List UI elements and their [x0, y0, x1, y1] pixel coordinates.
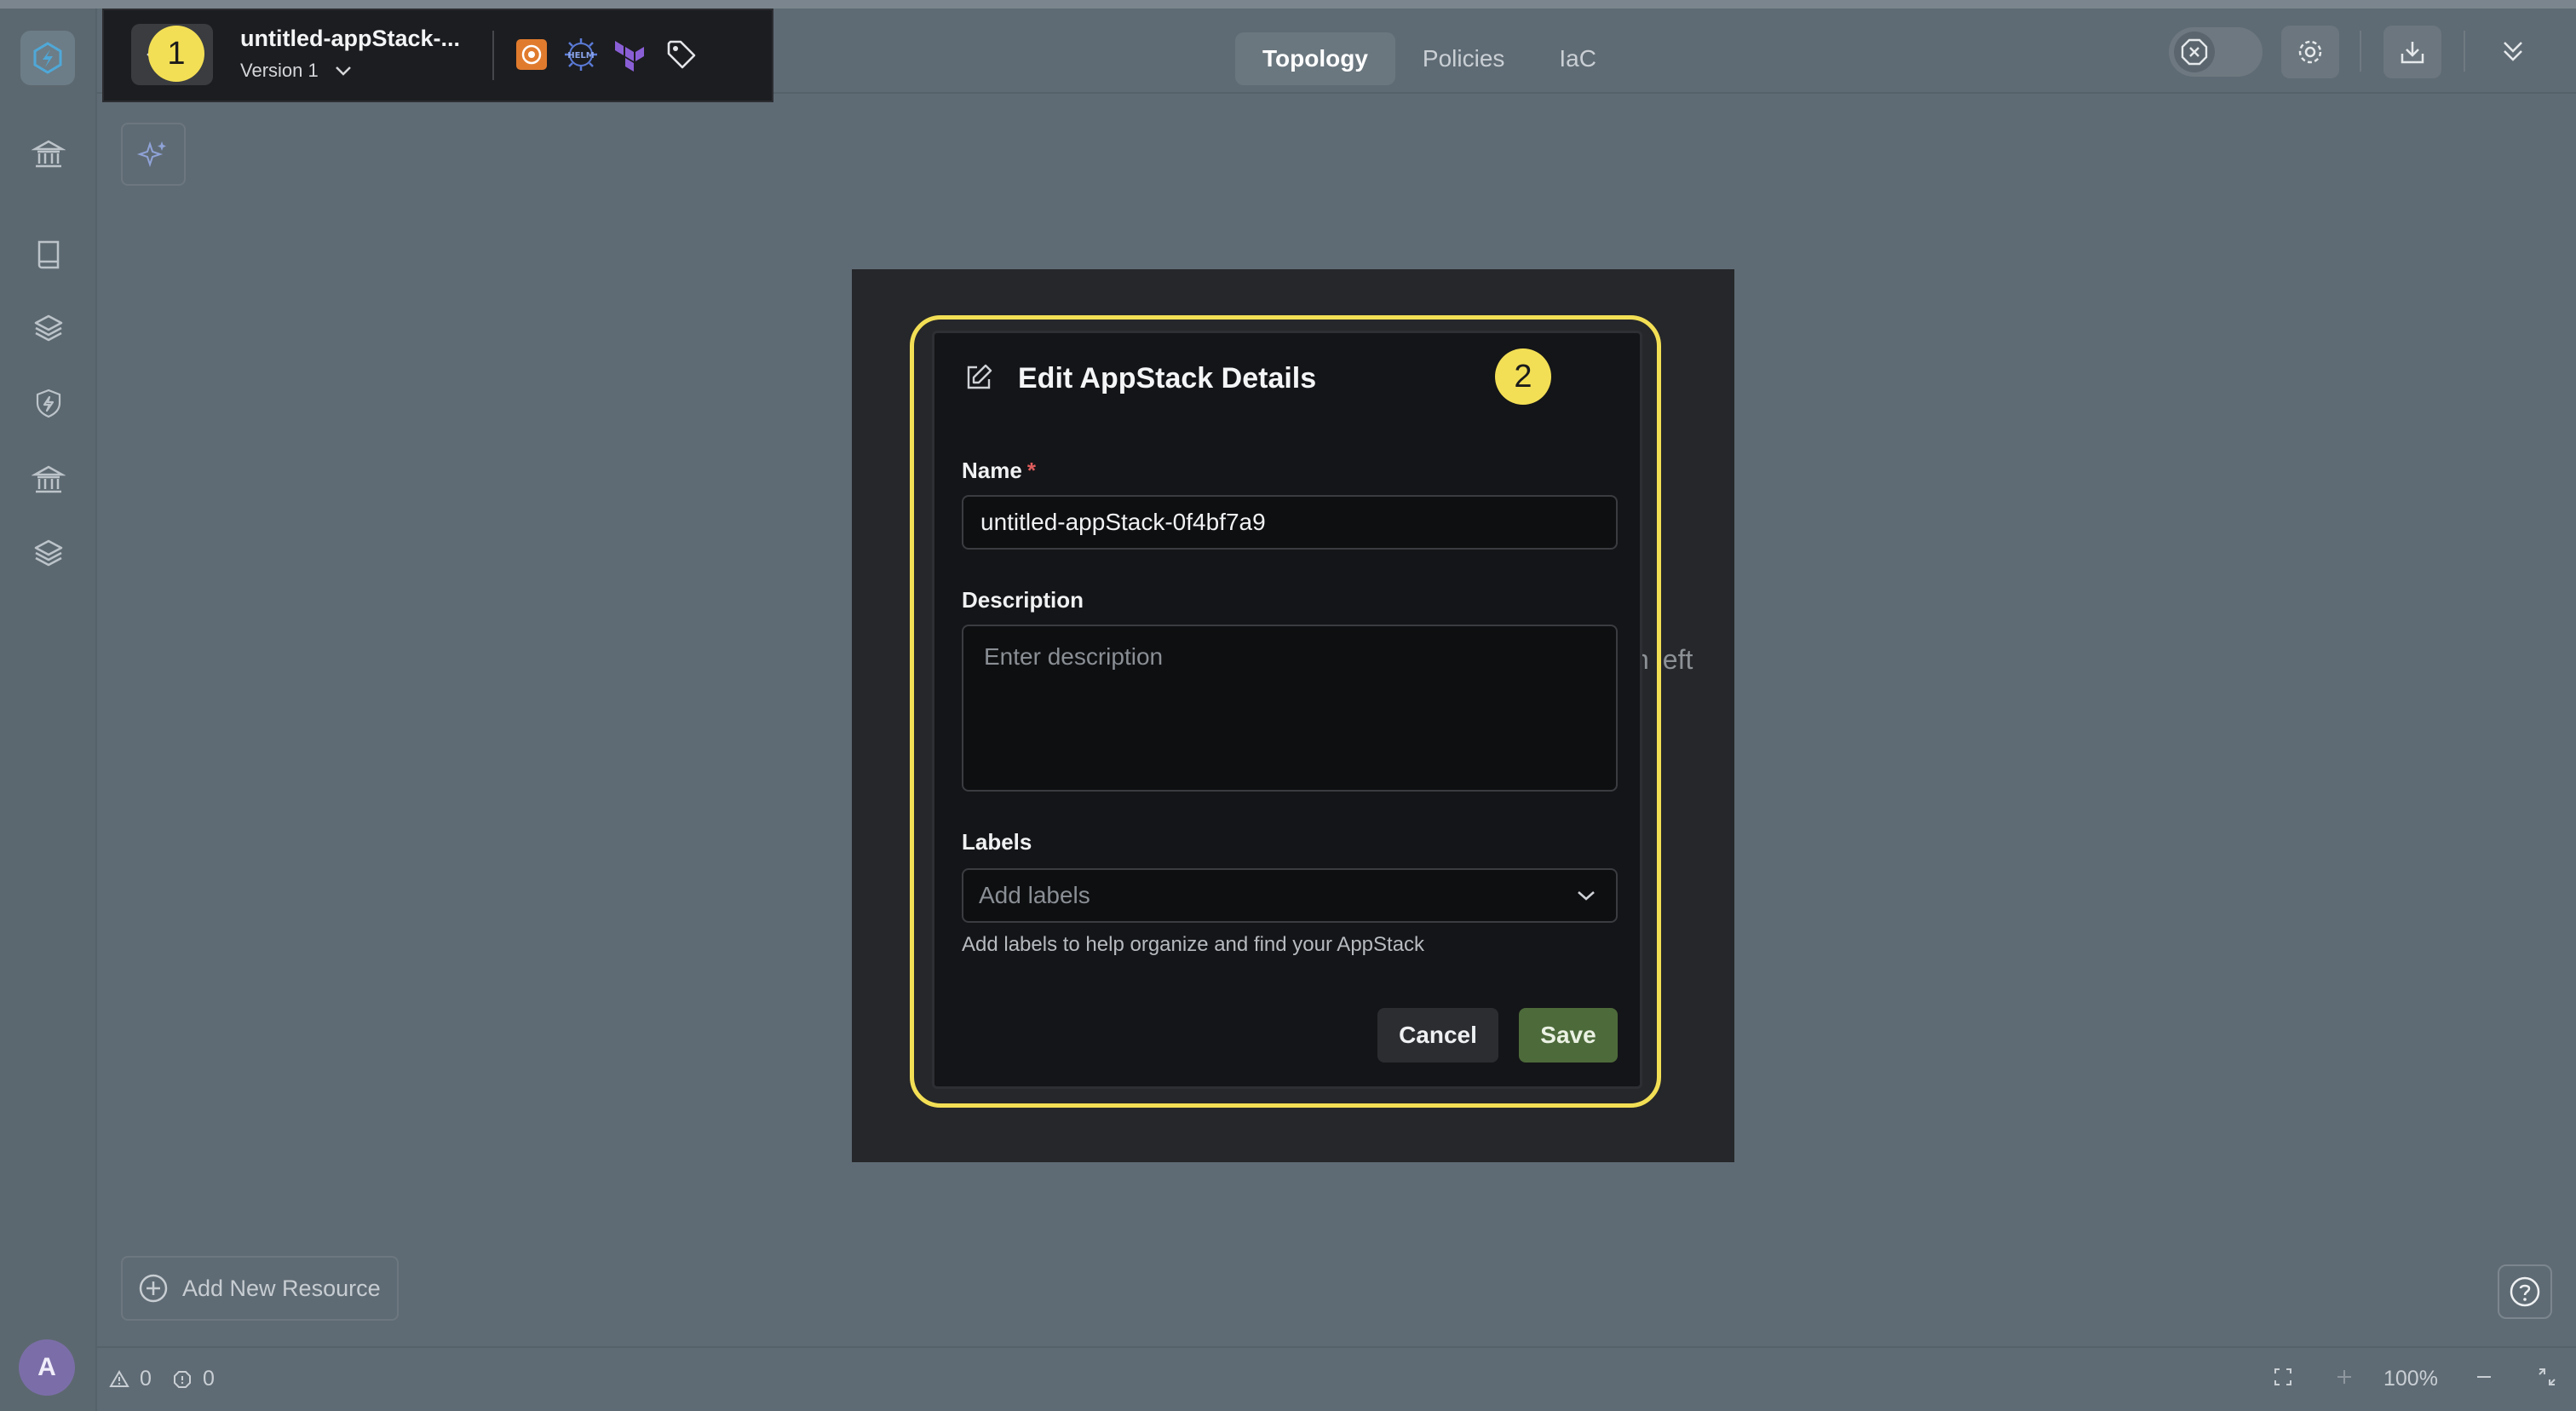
settings-button[interactable] [2281, 26, 2339, 78]
download-icon [2401, 42, 2424, 64]
header-separator [2360, 31, 2361, 72]
step-badge-1: 1 [148, 26, 204, 82]
add-new-resource-label: Add New Resource [182, 1275, 381, 1301]
close-circle-icon [2174, 32, 2215, 72]
minus-icon [2477, 1376, 2491, 1378]
import-button[interactable] [2383, 26, 2441, 78]
labels-select[interactable]: Add labels [962, 868, 1618, 923]
description-field-label: Description [962, 587, 1084, 613]
info-count-value: 0 [203, 1367, 215, 1391]
logo-icon [33, 42, 62, 74]
name-label-text: Name [962, 458, 1022, 483]
aws-icon[interactable] [513, 36, 550, 73]
bank-icon[interactable] [29, 135, 68, 174]
appstack-name[interactable]: untitled-appStack-... [240, 26, 460, 52]
helm-icon[interactable]: HELM [562, 36, 600, 73]
labels-field-label: Labels [962, 829, 1032, 855]
bank-icon[interactable] [29, 460, 68, 499]
appstack-header-panel: 1 untitled-appStack-... Version 1 HELM [102, 9, 773, 102]
layers-icon[interactable] [29, 308, 68, 348]
version-label: Version 1 [240, 60, 319, 81]
name-field-label: Name * [962, 458, 1036, 484]
zoom-level: 100% [2383, 1367, 2438, 1391]
avatar[interactable]: A [19, 1339, 75, 1396]
chevron-down-icon [335, 66, 351, 76]
fit-view-icon [2274, 1368, 2291, 1385]
book-icon[interactable] [29, 235, 68, 274]
description-input[interactable] [962, 625, 1618, 792]
name-input[interactable] [962, 495, 1618, 550]
sparkle-icon [136, 141, 166, 168]
top-strip [0, 0, 2576, 9]
help-button[interactable] [2498, 1264, 2552, 1319]
add-new-resource-button[interactable]: Add New Resource [121, 1256, 399, 1321]
warning-count[interactable]: 0 [109, 1367, 152, 1391]
tab-policies[interactable]: Policies [1395, 32, 1532, 85]
save-button[interactable]: Save [1519, 1008, 1618, 1063]
layers-icon[interactable] [29, 533, 68, 573]
edit-appstack-dialog: Edit AppStack Details 2 Name* Descriptio… [932, 331, 1642, 1089]
labels-help-text: Add labels to help organize and find you… [962, 933, 1425, 956]
plus-circle-icon [139, 1274, 168, 1303]
chevron-down-icon [1578, 891, 1595, 901]
terraform-icon[interactable] [610, 36, 647, 73]
double-chevron-down-icon[interactable] [2496, 36, 2530, 66]
info-count[interactable]: 0 [172, 1367, 215, 1391]
left-sidebar: A [0, 9, 97, 1411]
cancel-button[interactable]: Cancel [1377, 1008, 1498, 1063]
fit-view-button[interactable] [2273, 1367, 2293, 1387]
zoom-out-button[interactable] [2474, 1367, 2494, 1387]
required-marker: * [1026, 458, 1036, 483]
shield-icon[interactable] [29, 383, 68, 423]
version-selector[interactable]: Version 1 [240, 60, 353, 82]
fullscreen-button[interactable] [2537, 1367, 2557, 1387]
step-badge-2: 2 [1495, 348, 1551, 405]
tab-iac[interactable]: IaC [1532, 32, 1624, 85]
view-tabs: Topology Policies IaC [1235, 32, 1624, 85]
labels-placeholder: Add labels [979, 882, 1090, 908]
warning-count-value: 0 [140, 1367, 152, 1391]
tag-icon[interactable] [663, 36, 700, 73]
svg-text:HELM: HELM [567, 51, 595, 60]
app-logo-button[interactable] [20, 31, 75, 85]
ai-assist-button[interactable] [121, 123, 186, 186]
tab-topology[interactable]: Topology [1235, 32, 1395, 85]
header-separator [2464, 31, 2465, 72]
gear-icon [2298, 40, 2322, 64]
header-divider [492, 31, 494, 80]
dialog-title: Edit AppStack Details [1018, 362, 1317, 395]
edit-icon [963, 362, 994, 393]
fullscreen-icon [2539, 1368, 2556, 1385]
warning-icon [109, 1369, 129, 1387]
zoom-in-button[interactable] [2334, 1367, 2355, 1387]
info-icon [174, 1370, 191, 1388]
status-toggle[interactable] [2169, 27, 2263, 77]
question-icon [2510, 1276, 2540, 1307]
plus-icon [2337, 1370, 2351, 1384]
status-bar: 0 0 100% [97, 1346, 2576, 1411]
